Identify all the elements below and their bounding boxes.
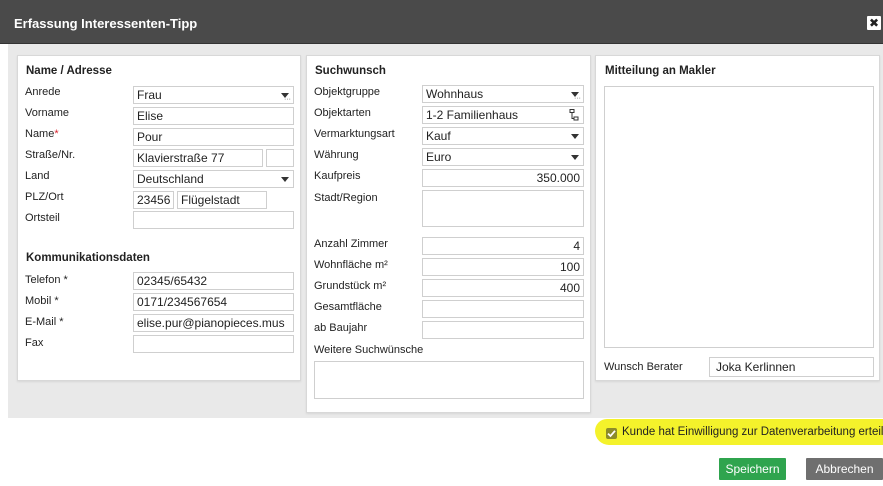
gesamtflaeche-field[interactable] [422,300,584,318]
anrede-value: Frau [137,88,162,102]
plzort-label: PLZ/Ort [25,191,64,203]
baujahr-label: ab Baujahr [314,322,368,334]
vermarktungsart-select[interactable]: Kauf [422,127,584,145]
vorname-field[interactable]: Elise [133,107,294,125]
objektarten-select[interactable]: 1-2 Familienhaus [422,106,584,124]
dialog-title: Erfassung Interessenten-Tipp [14,16,198,31]
email-label: E-Mail * [25,316,64,328]
land-select[interactable]: Deutschland [133,170,294,188]
waehrung-select[interactable]: Euro [422,148,584,166]
stadt-label: Stadt/Region [314,192,378,204]
objektgruppe-select[interactable]: Wohnhaus ··· [422,85,584,103]
baujahr-field[interactable] [422,321,584,339]
weitere-label: Weitere Suchwünsche [314,344,424,356]
weitere-field[interactable] [314,361,584,399]
consent-checkbox[interactable] [606,428,617,439]
strasse-field[interactable]: Klavierstraße 77 [133,149,263,167]
more-dots-icon: ··· [574,95,581,102]
address-panel: Name / Adresse Anrede Frau ··· Vorname E… [17,55,301,381]
name-field[interactable]: Pour [133,128,294,146]
plz-field[interactable]: 23456 [133,191,174,209]
land-label: Land [25,170,50,182]
mobil-field[interactable]: 0171/234567654 [133,293,294,311]
cancel-button[interactable]: Abbrechen [806,458,883,480]
stadt-field[interactable] [422,190,584,227]
fax-label: Fax [25,337,44,349]
vermarktungsart-label: Vermarktungsart [314,128,395,140]
close-icon[interactable]: ✖ [867,16,881,30]
message-textarea[interactable] [604,86,874,348]
waehrung-label: Währung [314,149,359,161]
chevron-down-icon [571,134,579,139]
telefon-field[interactable]: 02345/65432 [133,272,294,290]
ortsteil-label: Ortsteil [25,212,60,224]
ort-field[interactable]: Flügelstadt [177,191,267,209]
save-button[interactable]: Speichern [719,458,786,480]
kaufpreis-field[interactable]: 350.000 [422,169,584,187]
ortsteil-field[interactable] [133,211,294,229]
strasse-label: Straße/Nr. [25,149,76,161]
message-heading: Mitteilung an Makler [605,65,716,77]
waehrung-value: Euro [426,150,452,164]
grundstueck-field[interactable]: 400 [422,279,584,297]
objektarten-value: 1-2 Familienhaus [426,108,519,122]
telefon-label: Telefon * [25,274,68,286]
berater-label: Wunsch Berater [604,361,683,373]
dialog-titlebar: Erfassung Interessenten-Tipp ✖ [0,0,883,44]
chevron-down-icon [571,155,579,160]
vorname-label: Vorname [25,107,70,119]
anrede-select[interactable]: Frau ··· [133,86,294,104]
zimmer-field[interactable]: 4 [422,237,584,255]
search-heading: Suchwunsch [315,65,386,77]
chevron-down-icon [281,177,289,182]
more-dots-icon: ··· [284,96,291,103]
berater-value: Joka Kerlinnen [716,360,796,374]
grundstueck-label: Grundstück m² [314,280,387,292]
checkmark-icon [607,430,616,438]
required-marker: * [54,128,59,140]
gesamtflaeche-label: Gesamtfläche [314,301,382,313]
consent-label[interactable]: Kunde hat Einwilligung zur Datenverarbei… [622,426,883,438]
objektgruppe-label: Objektgruppe [314,86,381,98]
anrede-label: Anrede [25,86,61,98]
address-heading: Name / Adresse [26,65,112,77]
objektgruppe-value: Wohnhaus [426,87,484,101]
wohnflaeche-field[interactable]: 100 [422,258,584,276]
search-panel: Suchwunsch Objektgruppe Wohnhaus ··· Obj… [306,55,591,413]
vermarktungsart-value: Kauf [426,129,451,143]
kaufpreis-label: Kaufpreis [314,170,361,182]
fax-field[interactable] [133,335,294,353]
message-panel: Mitteilung an Makler Wunsch Berater Joka… [595,55,880,381]
name-label: Name* [25,128,59,140]
zimmer-label: Anzahl Zimmer [314,238,388,250]
berater-field[interactable]: Joka Kerlinnen [709,357,874,377]
hausnr-field[interactable] [266,149,294,167]
communication-heading: Kommunikationsdaten [26,252,150,264]
objektarten-label: Objektarten [314,107,371,119]
land-value: Deutschland [137,172,204,186]
mobil-label: Mobil * [25,295,59,307]
wohnflaeche-label: Wohnfläche m² [314,259,388,271]
email-field[interactable]: elise.pur@pianopieces.mus [133,314,294,332]
name-label-text: Name [25,128,55,140]
tree-icon[interactable] [569,109,579,121]
